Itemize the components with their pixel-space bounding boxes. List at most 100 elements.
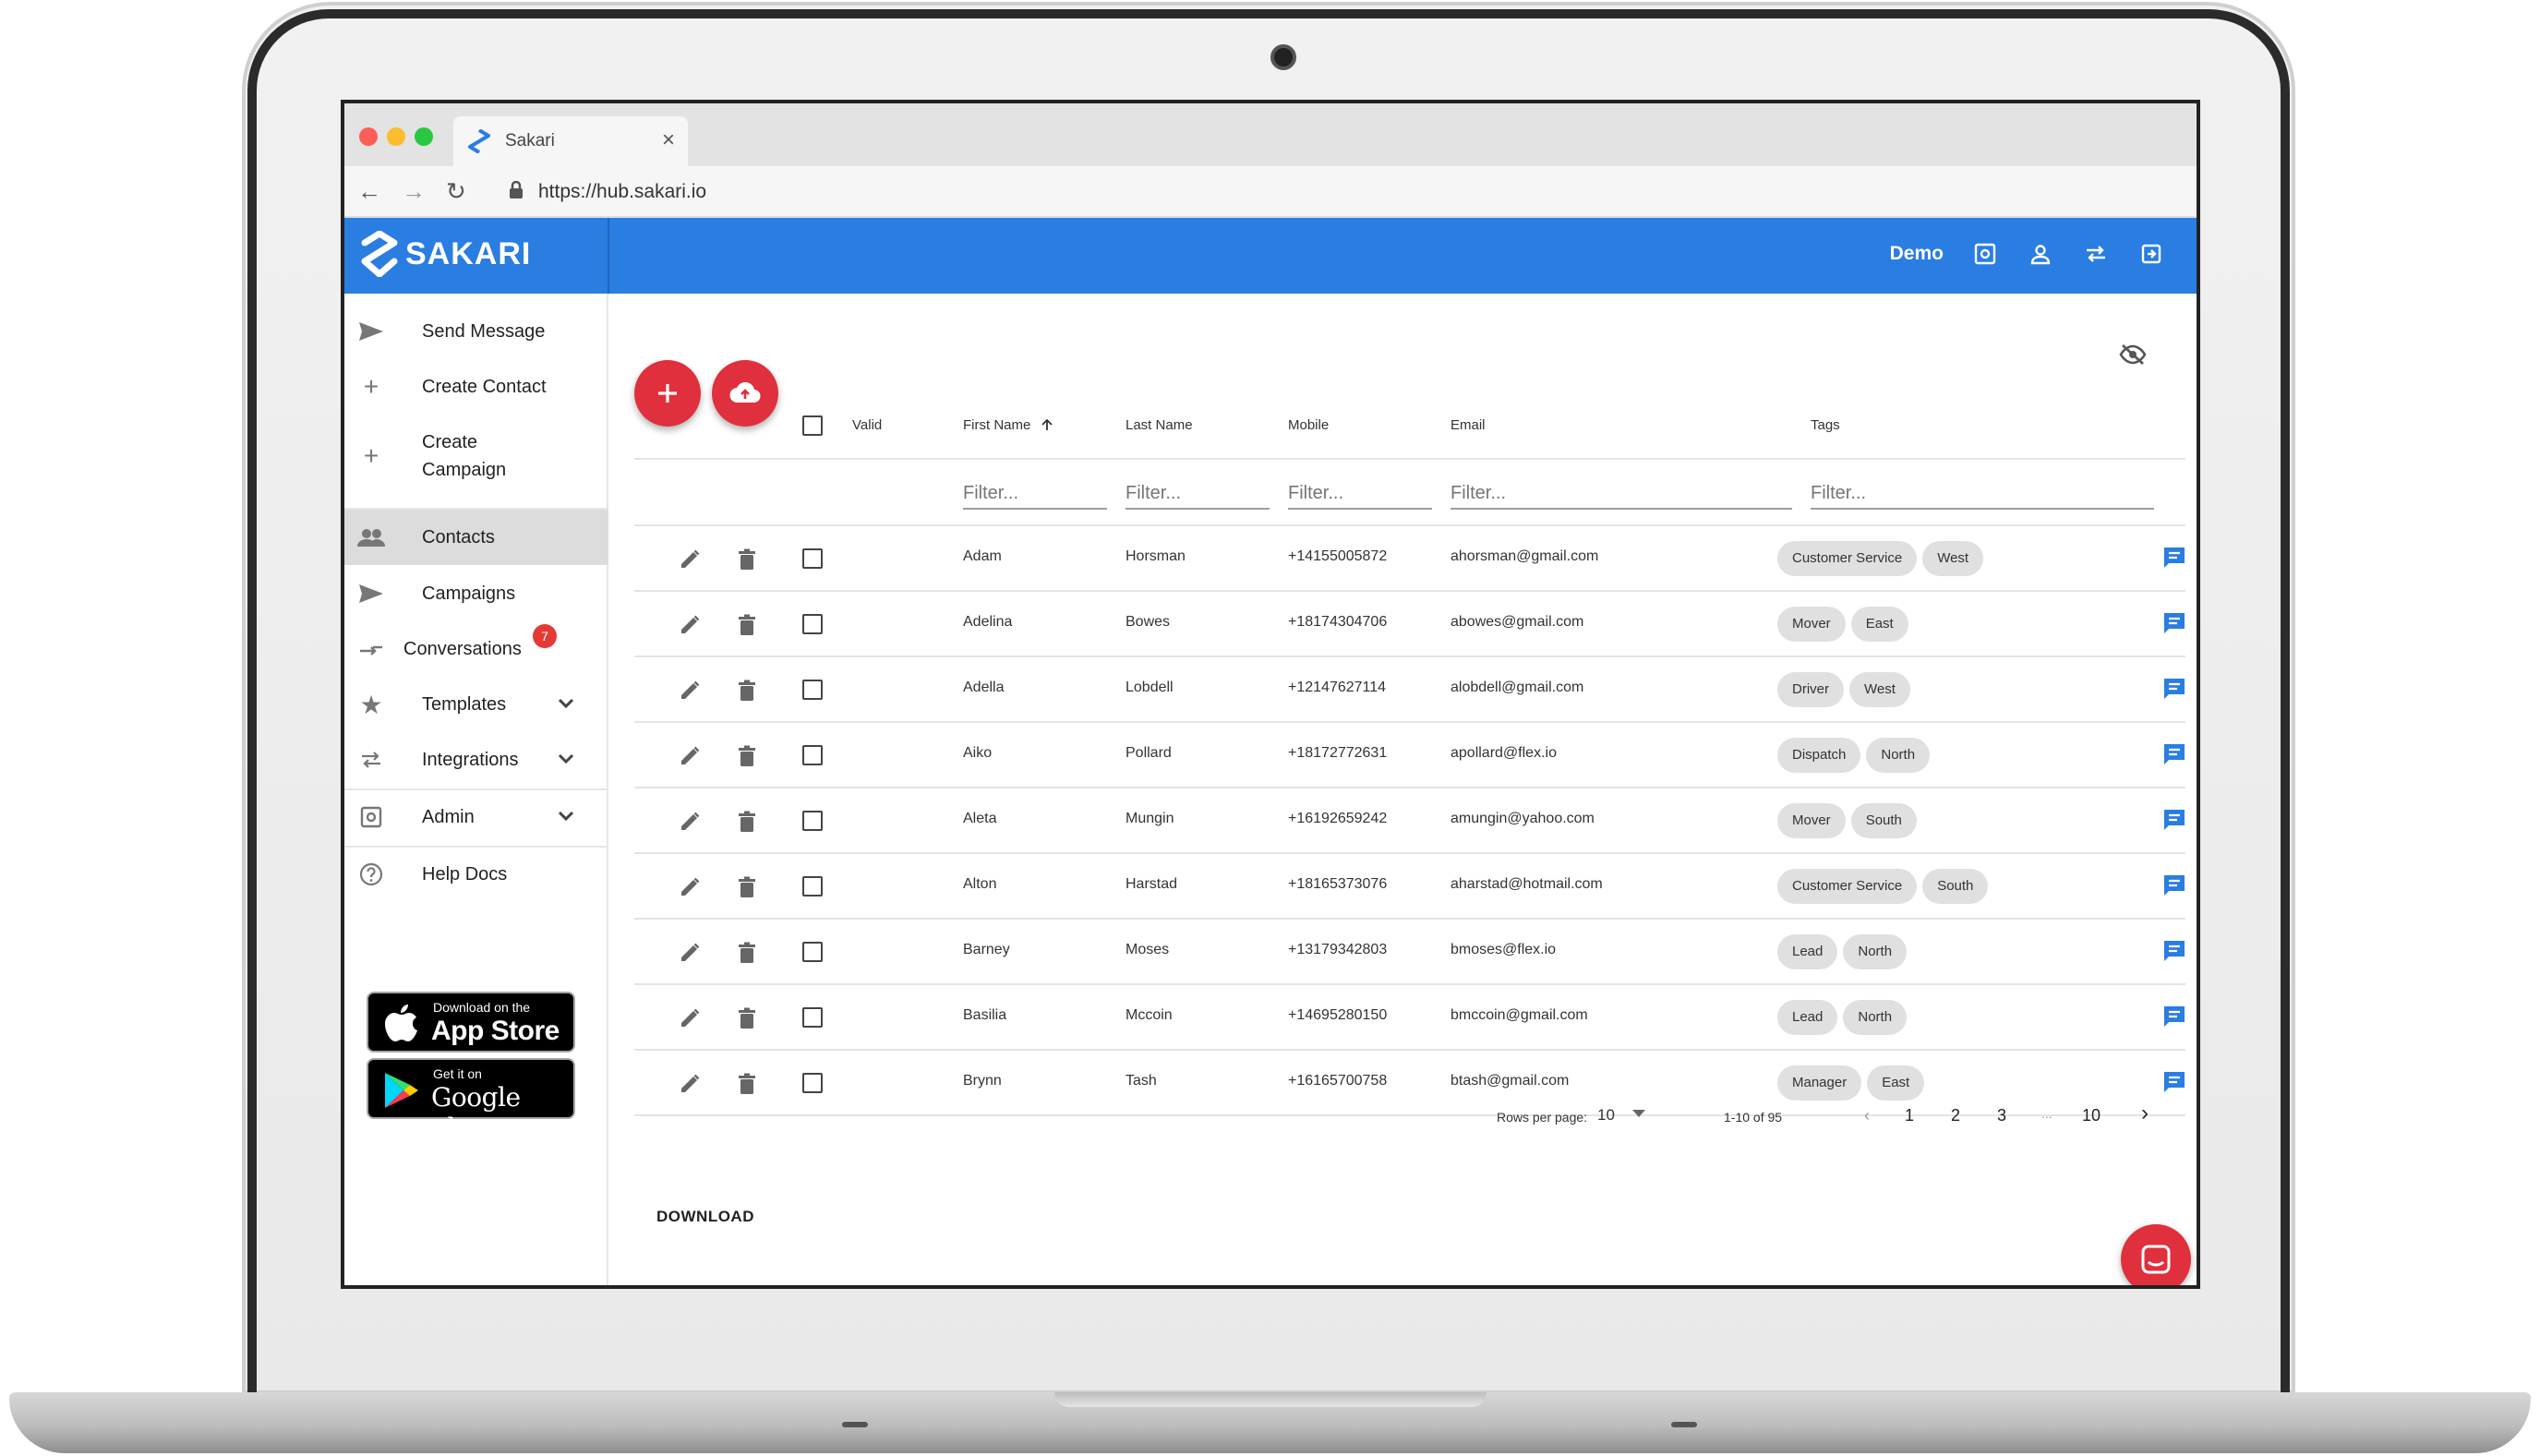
- message-icon[interactable]: [2161, 545, 2187, 575]
- trash-icon[interactable]: [738, 680, 756, 706]
- sidebar-item-create-campaign[interactable]: + Create Campaign: [344, 428, 608, 484]
- trash-icon[interactable]: [738, 548, 756, 575]
- message-icon[interactable]: [2161, 1004, 2187, 1034]
- first-name-filter[interactable]: [963, 478, 1107, 510]
- browser-tab[interactable]: Sakari ×: [453, 116, 688, 166]
- trash-icon[interactable]: [738, 1073, 756, 1100]
- message-icon[interactable]: [2161, 938, 2187, 969]
- sakari-logo[interactable]: SAKARI: [361, 231, 531, 277]
- row-checkbox[interactable]: [802, 942, 823, 962]
- trash-icon[interactable]: [738, 811, 756, 837]
- tag-chip[interactable]: Dispatch: [1777, 738, 1861, 773]
- tag-chip[interactable]: Mover: [1777, 607, 1846, 642]
- page-button-3[interactable]: 3: [1997, 1106, 2006, 1125]
- sidebar-item-integrations[interactable]: Integrations: [344, 746, 608, 774]
- mobile-filter[interactable]: [1288, 478, 1432, 510]
- edit-icon[interactable]: [679, 942, 701, 969]
- message-icon[interactable]: [2161, 676, 2187, 706]
- trash-icon[interactable]: [738, 876, 756, 903]
- sidebar-item-create-contact[interactable]: + Create Contact: [344, 372, 608, 401]
- trash-icon[interactable]: [738, 614, 756, 641]
- select-all-checkbox[interactable]: [802, 415, 823, 436]
- column-header-tags[interactable]: Tags: [1811, 417, 1840, 433]
- tag-chip[interactable]: North: [1843, 934, 1908, 969]
- last-name-filter[interactable]: [1126, 478, 1270, 510]
- app-store-badge[interactable]: Download on the App Store: [367, 992, 575, 1053]
- column-header-valid[interactable]: Valid: [852, 417, 882, 433]
- google-play-badge[interactable]: Get it on Google play: [367, 1058, 575, 1143]
- column-header-mobile[interactable]: Mobile: [1288, 417, 1329, 433]
- message-icon[interactable]: [2161, 741, 2187, 772]
- edit-icon[interactable]: [679, 680, 701, 706]
- trash-icon[interactable]: [738, 745, 756, 772]
- edit-icon[interactable]: [679, 876, 701, 903]
- tag-chip[interactable]: West: [1849, 672, 1910, 707]
- user-icon[interactable]: [2027, 240, 2054, 268]
- tag-chip[interactable]: North: [1866, 738, 1931, 773]
- trash-icon[interactable]: [738, 1007, 756, 1034]
- tag-chip[interactable]: East: [1850, 607, 1908, 642]
- message-icon[interactable]: [2161, 807, 2187, 837]
- sidebar-item-admin[interactable]: Admin: [344, 803, 608, 831]
- sidebar-item-conversations[interactable]: Conversations 7: [344, 624, 608, 663]
- tag-chip[interactable]: Manager: [1777, 1065, 1862, 1101]
- edit-icon[interactable]: [679, 811, 701, 837]
- email-filter[interactable]: [1451, 478, 1792, 510]
- back-icon[interactable]: ←: [357, 177, 381, 206]
- tag-chip[interactable]: North: [1843, 1000, 1908, 1035]
- row-checkbox[interactable]: [802, 680, 823, 700]
- page-button-2[interactable]: 2: [1951, 1106, 1960, 1125]
- download-button[interactable]: DOWNLOAD: [656, 1208, 754, 1226]
- tab-close-icon[interactable]: ×: [662, 127, 675, 153]
- edit-icon[interactable]: [679, 745, 701, 772]
- next-page-icon[interactable]: ›: [2141, 1101, 2149, 1126]
- close-window-button[interactable]: [359, 127, 378, 146]
- page-button-10[interactable]: 10: [2082, 1106, 2101, 1125]
- url-field[interactable]: https://hub.sakari.io: [538, 181, 706, 203]
- previous-page-icon[interactable]: ‹: [1864, 1106, 1870, 1125]
- minimize-window-button[interactable]: [387, 127, 405, 146]
- sidebar-item-templates[interactable]: ★ Templates: [344, 691, 608, 719]
- account-name[interactable]: Demo: [1890, 243, 1944, 265]
- forward-icon[interactable]: →: [402, 177, 426, 206]
- tag-chip[interactable]: Lead: [1777, 934, 1838, 969]
- tag-chip[interactable]: West: [1922, 541, 1984, 576]
- rows-per-page-select[interactable]: 10: [1597, 1106, 1645, 1125]
- row-checkbox[interactable]: [802, 1073, 823, 1093]
- sidebar-item-help-docs[interactable]: Help Docs: [344, 860, 608, 888]
- tag-chip[interactable]: East: [1867, 1065, 1925, 1101]
- message-icon[interactable]: [2161, 872, 2187, 903]
- row-checkbox[interactable]: [802, 745, 823, 765]
- maximize-window-button[interactable]: [415, 127, 433, 146]
- column-header-first-name[interactable]: First Name: [963, 417, 1053, 433]
- sidebar-item-send-message[interactable]: Send Message: [344, 318, 608, 345]
- reload-icon[interactable]: ↻: [446, 177, 466, 206]
- tag-chip[interactable]: Customer Service: [1777, 541, 1918, 576]
- row-checkbox[interactable]: [802, 614, 823, 634]
- trash-icon[interactable]: [738, 942, 756, 969]
- page-button-1[interactable]: 1: [1905, 1106, 1914, 1125]
- row-checkbox[interactable]: [802, 1007, 823, 1028]
- edit-icon[interactable]: [679, 1007, 701, 1034]
- message-icon[interactable]: [2161, 610, 2187, 641]
- message-icon[interactable]: [2161, 1069, 2187, 1100]
- tag-chip[interactable]: Driver: [1777, 672, 1844, 707]
- tag-chip[interactable]: South: [1922, 869, 1989, 904]
- row-checkbox[interactable]: [802, 811, 823, 831]
- tags-filter[interactable]: [1811, 478, 2154, 510]
- logout-icon[interactable]: [2137, 240, 2165, 268]
- sidebar-item-campaigns[interactable]: Campaigns: [344, 580, 608, 608]
- edit-icon[interactable]: [679, 614, 701, 641]
- hide-columns-icon[interactable]: [2119, 343, 2147, 370]
- column-header-last-name[interactable]: Last Name: [1126, 417, 1193, 433]
- row-checkbox[interactable]: [802, 548, 823, 569]
- chat-launcher-button[interactable]: [2121, 1224, 2191, 1285]
- sidebar-item-contacts[interactable]: Contacts: [344, 510, 608, 565]
- edit-icon[interactable]: [679, 548, 701, 575]
- row-checkbox[interactable]: [802, 876, 823, 896]
- tag-chip[interactable]: South: [1850, 803, 1917, 838]
- column-header-email[interactable]: Email: [1451, 417, 1486, 433]
- settings-icon[interactable]: [1971, 240, 1999, 268]
- tag-chip[interactable]: Customer Service: [1777, 869, 1918, 904]
- tag-chip[interactable]: Mover: [1777, 803, 1846, 838]
